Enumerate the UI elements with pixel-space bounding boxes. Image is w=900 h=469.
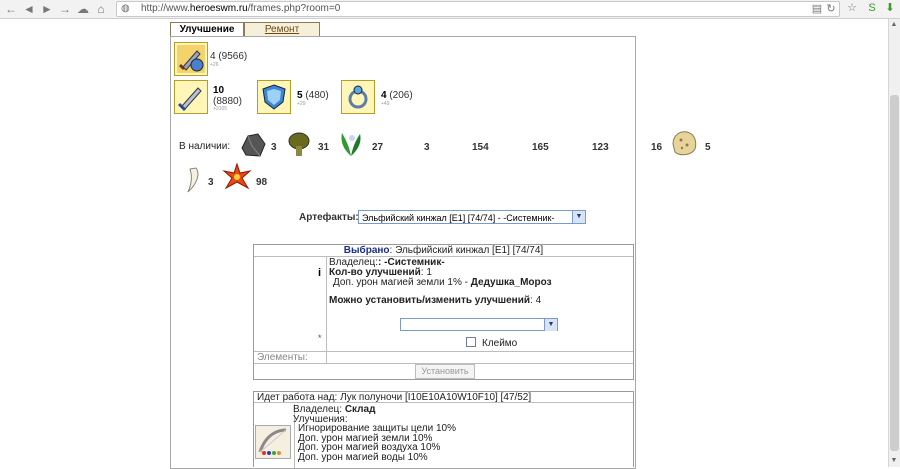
resource-value-11: 98 xyxy=(256,177,268,188)
globe-icon: ◍ xyxy=(121,3,130,14)
fire-flower-icon xyxy=(222,162,252,190)
slot-2-count-value: 10 xyxy=(213,85,225,96)
info-icon[interactable]: i xyxy=(318,267,321,279)
can-install-label: Можно установить/изменить улучшений xyxy=(329,295,531,306)
selected-artifact-panel: Выбрано: Эльфийский кинжал [E1] [74/74] … xyxy=(253,244,634,380)
browser-toolbar: ← ◄ ► → ☁ ⌂ ◍ http://www.heroeswm.ru/fra… xyxy=(0,0,900,19)
slot-4-count-extra: (206) xyxy=(389,90,413,101)
shield-icon xyxy=(262,84,286,110)
slot-3-count: 5 (480) xyxy=(297,90,329,101)
chevron-down-icon[interactable]: ▼ xyxy=(572,211,585,223)
back-arrow-icon[interactable]: ◄ xyxy=(22,2,36,16)
work-owner-value: Склад xyxy=(344,404,376,415)
slot-sword[interactable] xyxy=(174,80,208,114)
slot-ring[interactable] xyxy=(341,80,375,114)
slot-1-count-extra: (9566) xyxy=(218,51,248,62)
sword-shield-icon xyxy=(177,45,205,73)
slot-2-tiny: +3105 xyxy=(213,106,228,112)
resource-value-2: 31 xyxy=(318,142,330,153)
resource-value-7: 123 xyxy=(592,142,609,153)
resource-value-5: 154 xyxy=(472,142,489,153)
address-text: http://www.heroeswm.ru/frames.php?room=0 xyxy=(141,2,340,16)
can-install-value: : 4 xyxy=(530,295,542,306)
resource-value-3: 27 xyxy=(372,142,384,153)
slot-shield[interactable] xyxy=(257,80,291,114)
resource-value-4: 3 xyxy=(424,142,430,153)
resource-value-1: 3 xyxy=(271,142,277,153)
scroll-up-icon[interactable]: ▲ xyxy=(888,20,900,30)
slot-1-tiny: +26 xyxy=(210,62,219,68)
selected-details: Владелец:: -Системник- Кол-во улучшений:… xyxy=(329,258,629,306)
brand-checkbox-label: Клеймо xyxy=(482,338,518,349)
address-bar[interactable]: ◍ http://www.heroeswm.ru/frames.php?room… xyxy=(116,1,840,17)
resource-value-8: 16 xyxy=(651,142,663,153)
slot-4-count: 4 (206) xyxy=(381,90,413,101)
upgrade-select[interactable]: ▼ xyxy=(400,318,558,331)
refresh-icon[interactable]: ↻ xyxy=(825,3,837,15)
fang-icon xyxy=(187,167,199,193)
download-icon[interactable]: ⬇ xyxy=(884,2,896,14)
cloud-icon[interactable]: ☁ xyxy=(76,2,90,16)
asterisk-icon: * xyxy=(318,333,322,343)
work-details: Владелец: Склад Улучшения: Игнорирование… xyxy=(293,405,456,463)
slot-4-tiny: +49 xyxy=(381,101,390,107)
bow-image xyxy=(255,425,291,459)
brand-checkbox-row: Клеймо xyxy=(466,337,517,349)
ore-icon xyxy=(241,133,266,157)
elements-row: Элементы: xyxy=(254,351,633,364)
upgrade-line-user: Дедушка_Мороз xyxy=(470,277,552,288)
chevron-down-icon[interactable]: ▼ xyxy=(544,319,557,331)
url-prefix: http://www. xyxy=(141,3,190,14)
reader-icon[interactable]: ▤ xyxy=(811,3,823,15)
work-header: Идет работа над: Лук полуночи [I10E10A10… xyxy=(254,392,633,403)
url-host: heroeswm.ru xyxy=(189,3,248,14)
selected-left-column: i * xyxy=(254,257,327,351)
herb-icon xyxy=(341,133,361,156)
resources-label: В наличии: xyxy=(179,141,231,152)
elements-divider xyxy=(326,352,327,363)
slot-1-count: 4 (9566) xyxy=(210,51,247,62)
install-button[interactable]: Установить xyxy=(415,364,475,379)
selected-header-label: Выбрано xyxy=(343,245,390,256)
upgrade-line-text: Доп. урон магией земли 1% - xyxy=(333,277,471,288)
mushroom-icon xyxy=(288,132,310,156)
ring-icon xyxy=(348,85,368,109)
bow-icon xyxy=(258,428,287,455)
artifacts-label: Артефакты: xyxy=(299,212,359,223)
can-install-line: Можно установить/изменить улучшений: 4 xyxy=(329,296,629,306)
artifacts-select[interactable]: Эльфийский кинжал [E1] [74/74] - -Систем… xyxy=(358,210,586,224)
home-icon[interactable]: ⌂ xyxy=(94,2,108,16)
slot-1-count-value: 4 xyxy=(210,51,216,62)
upgrade-line: Доп. урон магией земли 1% - Дедушка_Моро… xyxy=(329,278,629,288)
slot-3-count-extra: (480) xyxy=(305,90,329,101)
selected-header-value: : Эльфийский кинжал [E1] [74/74] xyxy=(389,245,544,256)
star-bookmark-icon[interactable]: ☆ xyxy=(846,2,858,14)
url-path: /frames.php?room=0 xyxy=(247,3,341,14)
forward-arrow-icon[interactable]: → xyxy=(58,2,72,16)
resource-value-6: 165 xyxy=(532,142,549,153)
slot-weapon-upgrade[interactable] xyxy=(174,42,208,76)
scrollbar-thumb[interactable] xyxy=(890,95,899,451)
work-in-progress-panel: Идет работа над: Лук полуночи [I10E10A10… xyxy=(253,391,634,468)
slot-3-count-value: 5 xyxy=(297,90,303,101)
elements-label: Элементы: xyxy=(257,352,308,363)
resource-value-10: 3 xyxy=(208,177,214,188)
work-upgrade-line: Доп. урон магией воды 10% xyxy=(298,451,428,463)
stone-icon xyxy=(672,131,697,156)
brand-checkbox[interactable] xyxy=(466,337,476,347)
tab-upgrade[interactable]: Улучшение xyxy=(170,22,244,36)
artifacts-selected-value: Эльфийский кинжал [E1] [74/74] - -Систем… xyxy=(362,213,555,223)
slot-3-tiny: +29 xyxy=(297,101,306,107)
selected-header: Выбрано: Эльфийский кинжал [E1] [74/74] xyxy=(254,245,633,257)
back-icon[interactable]: ← xyxy=(4,2,18,16)
scroll-down-icon[interactable]: ▼ xyxy=(888,456,900,466)
sword-icon xyxy=(177,87,202,112)
slot-4-count-value: 4 xyxy=(381,90,387,101)
forward-icon[interactable]: ► xyxy=(40,2,54,16)
tab-repair[interactable]: Ремонт xyxy=(244,22,320,36)
resource-value-9: 5 xyxy=(705,142,711,153)
slot-2-count: 10 xyxy=(213,85,224,96)
extension-icon[interactable]: S xyxy=(866,2,878,14)
